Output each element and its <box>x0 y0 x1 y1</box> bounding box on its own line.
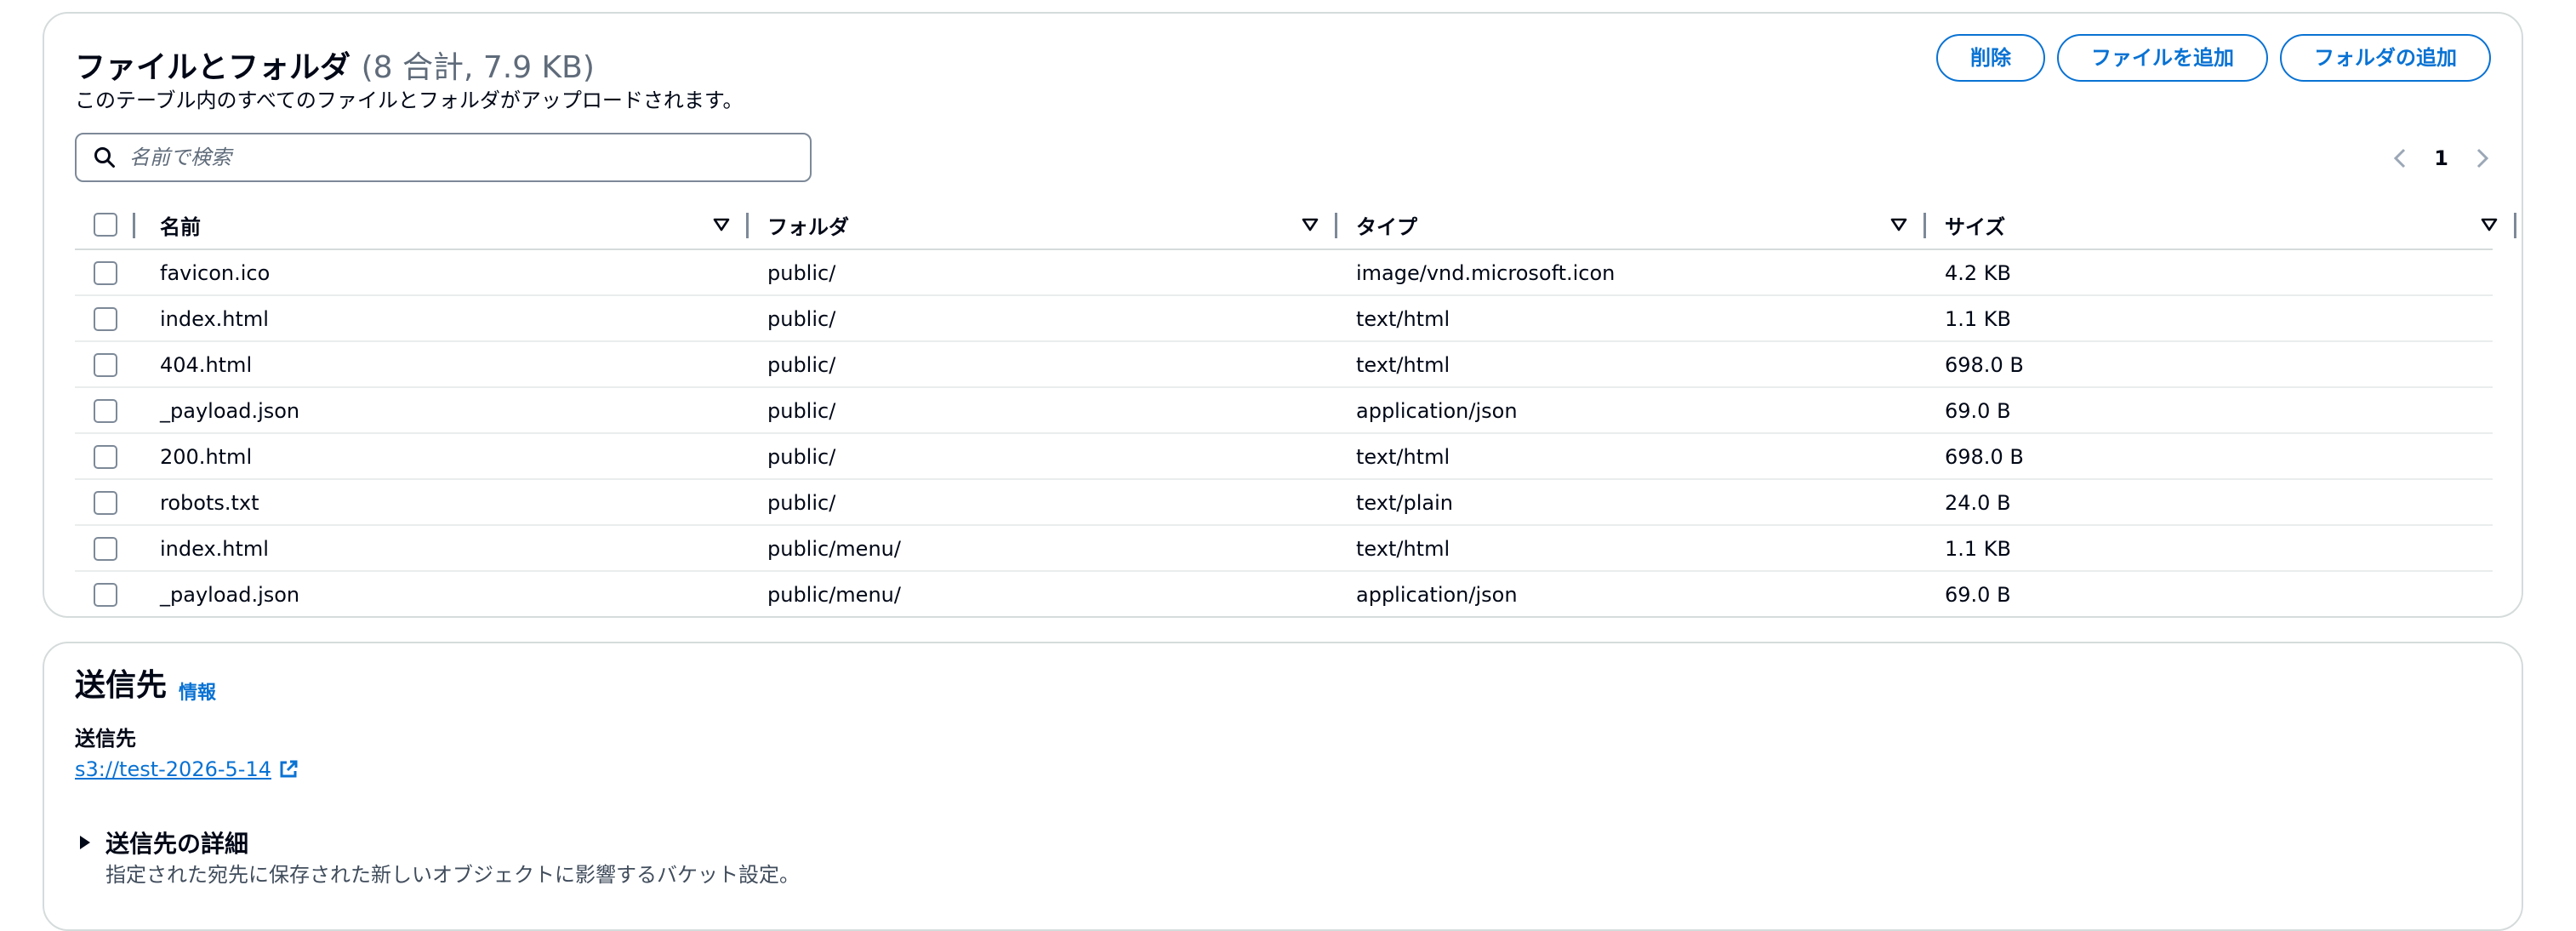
cell-size: 69.0 B <box>1945 583 2011 607</box>
cell-folder: public/ <box>767 307 836 331</box>
column-header-label: サイズ <box>1945 214 2006 239</box>
cell-type: text/html <box>1356 445 1450 469</box>
sort-icon[interactable] <box>1890 218 1907 231</box>
cell-type: application/json <box>1356 583 1518 607</box>
row-checkbox[interactable] <box>94 261 117 285</box>
cell-size: 698.0 B <box>1945 445 2024 469</box>
panel-title: ファイルとフォルダ (8 合計, 7.9 KB) <box>75 49 595 87</box>
row-checkbox[interactable] <box>94 537 117 561</box>
column-header-folder[interactable]: フォルダ <box>749 199 1337 250</box>
bucket-link-text[interactable]: s3://test-2026-5-14 <box>75 757 271 781</box>
destination-title: 送信先 <box>75 668 168 703</box>
table-row[interactable]: index.html public/ text/html 1.1 KB <box>75 296 2493 342</box>
cell-name: index.html <box>160 307 269 331</box>
row-checkbox[interactable] <box>94 399 117 423</box>
cell-name: robots.txt <box>160 491 259 515</box>
action-buttons: 削除 ファイルを追加 フォルダの追加 <box>1936 34 2491 82</box>
cell-type: text/html <box>1356 353 1450 377</box>
row-checkbox[interactable] <box>94 353 117 377</box>
select-all-checkbox[interactable] <box>94 213 117 237</box>
panel-description: このテーブル内のすべてのファイルとフォルダがアップロードされます。 <box>75 89 744 112</box>
search-icon <box>94 147 115 168</box>
add-folder-button[interactable]: フォルダの追加 <box>2280 34 2491 82</box>
table-header: 名前 フォルダ タイプ サイズ <box>75 199 2516 250</box>
cell-folder: public/ <box>767 353 836 377</box>
row-checkbox[interactable] <box>94 445 117 469</box>
table-row[interactable]: index.html public/menu/ text/html 1.1 KB <box>75 526 2493 572</box>
page-number[interactable]: 1 <box>2434 146 2448 170</box>
file-count: (8 合計, 7.9 KB) <box>361 50 595 85</box>
cell-size: 1.1 KB <box>1945 307 2011 331</box>
panel-title-text: ファイルとフォルダ <box>75 50 351 85</box>
cell-size: 69.0 B <box>1945 399 2011 423</box>
delete-button[interactable]: 削除 <box>1936 34 2045 82</box>
cell-type: application/json <box>1356 399 1518 423</box>
table-row[interactable]: _payload.json public/menu/ application/j… <box>75 572 2493 618</box>
bucket-link[interactable]: s3://test-2026-5-14 <box>75 757 299 781</box>
cell-name: 404.html <box>160 353 253 377</box>
cell-type: text/html <box>1356 307 1450 331</box>
table-row[interactable]: favicon.ico public/ image/vnd.microsoft.… <box>75 250 2493 296</box>
column-header-label: フォルダ <box>767 214 849 239</box>
files-table: 名前 フォルダ タイプ サイズ favicon.ico public/ imag… <box>75 199 2516 618</box>
cell-size: 1.1 KB <box>1945 537 2011 561</box>
row-checkbox[interactable] <box>94 583 117 607</box>
column-divider <box>133 213 135 238</box>
table-body: favicon.ico public/ image/vnd.microsoft.… <box>75 250 2493 618</box>
cell-folder: public/ <box>767 445 836 469</box>
pagination: 1 <box>2391 141 2491 175</box>
sort-icon[interactable] <box>713 218 730 231</box>
add-files-button[interactable]: ファイルを追加 <box>2057 34 2268 82</box>
chevron-left-icon[interactable] <box>2391 146 2408 170</box>
cell-folder: public/menu/ <box>767 537 901 561</box>
column-header-type[interactable]: タイプ <box>1337 199 1926 250</box>
cell-type: image/vnd.microsoft.icon <box>1356 261 1616 285</box>
table-row[interactable]: 200.html public/ text/html 698.0 B <box>75 434 2493 480</box>
row-checkbox[interactable] <box>94 491 117 515</box>
caret-right-icon <box>80 836 90 849</box>
destination-label: 送信先 <box>75 727 136 751</box>
search-box[interactable] <box>75 133 812 182</box>
cell-name: 200.html <box>160 445 253 469</box>
cell-size: 4.2 KB <box>1945 261 2011 285</box>
column-resizer[interactable] <box>2514 213 2516 238</box>
cell-folder: public/menu/ <box>767 583 901 607</box>
column-header-label: タイプ <box>1356 214 1417 239</box>
cell-name: index.html <box>160 537 269 561</box>
column-header-name[interactable]: 名前 <box>160 199 749 250</box>
cell-size: 24.0 B <box>1945 491 2011 515</box>
details-toggle-label: 送信先の詳細 <box>105 830 249 858</box>
cell-type: text/plain <box>1356 491 1453 515</box>
cell-name: _payload.json <box>160 583 300 607</box>
cell-name: favicon.ico <box>160 261 271 285</box>
sort-icon[interactable] <box>1302 218 1319 231</box>
cell-folder: public/ <box>767 261 836 285</box>
column-header-size[interactable]: サイズ <box>1926 199 2516 250</box>
details-description: 指定された宛先に保存された新しいオブジェクトに影響するバケット設定。 <box>105 863 800 887</box>
files-folders-panel: ファイルとフォルダ (8 合計, 7.9 KB) このテーブル内のすべてのファイ… <box>43 12 2523 618</box>
table-row[interactable]: _payload.json public/ application/json 6… <box>75 388 2493 434</box>
cell-name: _payload.json <box>160 399 300 423</box>
cell-size: 698.0 B <box>1945 353 2024 377</box>
column-header-label: 名前 <box>160 214 201 239</box>
row-checkbox[interactable] <box>94 307 117 331</box>
destination-details-toggle[interactable]: 送信先の詳細 <box>78 825 248 860</box>
cell-folder: public/ <box>767 399 836 423</box>
sort-icon[interactable] <box>2481 218 2498 231</box>
destination-panel: 送信先 情報 送信先 s3://test-2026-5-14 送信先の詳細 指定… <box>43 642 2523 931</box>
table-row[interactable]: 404.html public/ text/html 698.0 B <box>75 342 2493 388</box>
external-link-icon <box>280 760 298 778</box>
cell-type: text/html <box>1356 537 1450 561</box>
search-input[interactable] <box>129 146 776 169</box>
chevron-right-icon[interactable] <box>2474 146 2491 170</box>
info-link[interactable]: 情報 <box>179 677 216 705</box>
table-row[interactable]: robots.txt public/ text/plain 24.0 B <box>75 480 2493 526</box>
cell-folder: public/ <box>767 491 836 515</box>
